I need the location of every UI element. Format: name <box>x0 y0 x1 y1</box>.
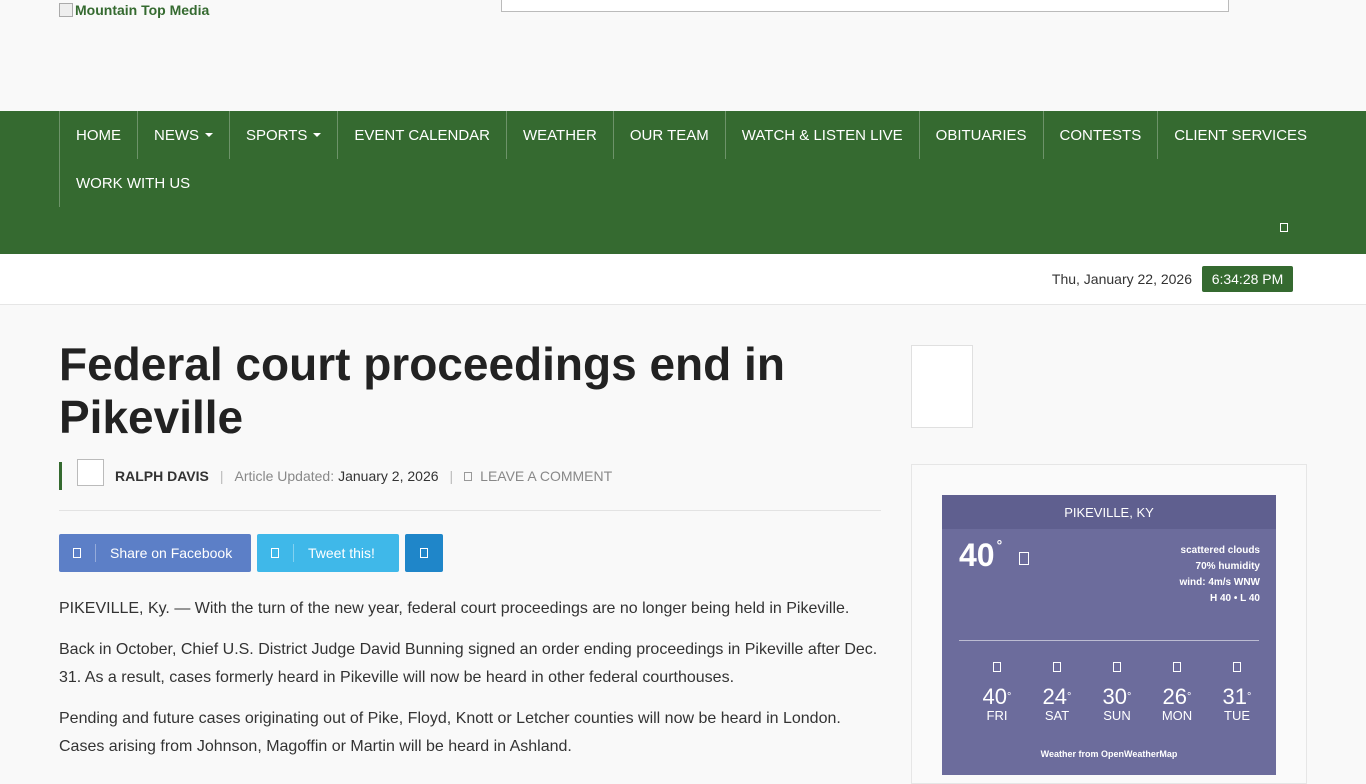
search-icon[interactable] <box>1280 223 1288 232</box>
weather-wind: wind: 4m/s WNW <box>1179 577 1260 588</box>
updated-label: Article Updated: <box>234 468 335 484</box>
article-paragraph: PIKEVILLE, Ky. — With the turn of the ne… <box>59 600 850 617</box>
forecast-day-name: TUE <box>1224 708 1250 723</box>
weather-credit-link[interactable]: Weather from OpenWeatherMap <box>942 749 1276 759</box>
weather-divider <box>959 640 1259 641</box>
share-facebook-label: Share on Facebook <box>110 545 233 561</box>
weather-description: scattered clouds <box>1180 545 1260 556</box>
forecast-weather-icon <box>993 662 1001 672</box>
caret-down-icon <box>313 133 322 137</box>
forecast-temp: 26° <box>1162 684 1192 709</box>
forecast-day: 26° MON <box>1147 662 1207 723</box>
nav-item-news[interactable]: NEWS <box>137 111 229 159</box>
weather-condition-icon <box>1019 552 1029 565</box>
leave-comment-link[interactable]: LEAVE A COMMENT <box>480 468 612 484</box>
meta-separator: | <box>219 468 224 484</box>
nav-row-2: WORK WITH US <box>59 159 206 207</box>
forecast-temp: 31° <box>1222 684 1252 709</box>
nav-item-sports[interactable]: SPORTS <box>229 111 337 159</box>
sidebar-ad <box>911 345 973 428</box>
weather-hilo: H 40 • L 40 <box>1209 593 1260 604</box>
updated-date: January 2, 2026 <box>338 468 439 484</box>
nav-item-obituaries[interactable]: OBITUARIES <box>918 111 1043 159</box>
share-linkedin-button[interactable] <box>405 534 443 572</box>
button-divider <box>293 544 294 562</box>
forecast-day-name: SAT <box>1044 708 1070 723</box>
weather-location: PIKEVILLE, KY <box>942 495 1276 529</box>
forecast-day: 30° SUN <box>1087 662 1147 723</box>
nav-item-watch-listen-live[interactable]: WATCH & LISTEN LIVE <box>724 111 919 159</box>
article-paragraph: Back in October, Chief U.S. District Jud… <box>59 641 878 686</box>
nav-item-client-services[interactable]: CLIENT SERVICES <box>1157 111 1323 159</box>
nav-row-1: HOME NEWS SPORTS EVENT CALENDAR WEATHER … <box>59 111 1323 159</box>
forecast-day: 40° FRI <box>967 662 1027 723</box>
nav-item-contests[interactable]: CONTESTS <box>1042 111 1158 159</box>
share-facebook-button[interactable]: Share on Facebook <box>59 534 251 572</box>
current-date: Thu, January 22, 2026 <box>1051 271 1192 287</box>
site-logo[interactable]: Mountain Top Media <box>59 2 209 18</box>
article-meta: RALPH DAVIS | Article Updated: January 2… <box>59 458 612 490</box>
forecast-day: 24° SAT <box>1027 662 1087 723</box>
forecast-weather-icon <box>1173 662 1181 672</box>
twitter-icon <box>271 548 279 558</box>
nav-item-weather[interactable]: WEATHER <box>506 111 613 159</box>
header-ad-banner <box>501 0 1229 12</box>
date-bar: Thu, January 22, 2026 6:34:28 PM <box>0 254 1366 305</box>
linkedin-icon <box>420 548 428 558</box>
forecast-weather-icon <box>1113 662 1121 672</box>
broken-image-icon <box>59 3 73 17</box>
meta-separator: | <box>449 468 454 484</box>
meta-divider <box>59 510 881 511</box>
button-divider <box>95 544 96 562</box>
facebook-icon <box>73 548 81 558</box>
forecast-temp: 24° <box>1042 684 1072 709</box>
forecast-day-name: FRI <box>986 708 1008 723</box>
share-twitter-label: Tweet this! <box>308 545 375 561</box>
author-name[interactable]: RALPH DAVIS <box>115 468 209 484</box>
article-paragraph: Pending and future cases originating out… <box>59 710 841 755</box>
forecast-temp: 30° <box>1102 684 1132 709</box>
forecast-day-name: MON <box>1161 708 1193 723</box>
nav-item-event-calendar[interactable]: EVENT CALENDAR <box>337 111 506 159</box>
forecast-day: 31° TUE <box>1207 662 1267 723</box>
forecast-weather-icon <box>1233 662 1241 672</box>
forecast-temp: 40° <box>982 684 1012 709</box>
weather-forecast: 40° FRI 24° SAT 30° SUN 26° MON 31° TUE <box>967 662 1267 723</box>
current-time-badge: 6:34:28 PM <box>1202 266 1293 292</box>
nav-item-home[interactable]: HOME <box>59 111 137 159</box>
weather-widget: PIKEVILLE, KY 40 ° scattered clouds 70% h… <box>942 495 1276 775</box>
article-title: Federal court proceedings end in Pikevil… <box>59 338 785 443</box>
current-temperature: 40 ° <box>959 537 1003 573</box>
forecast-day-name: SUN <box>1103 708 1131 723</box>
author-avatar <box>77 458 104 486</box>
main-navigation: HOME NEWS SPORTS EVENT CALENDAR WEATHER … <box>0 111 1366 254</box>
logo-alt-text: Mountain Top Media <box>75 2 210 18</box>
share-twitter-button[interactable]: Tweet this! <box>257 534 399 572</box>
nav-item-work-with-us[interactable]: WORK WITH US <box>59 159 206 207</box>
caret-down-icon <box>205 133 213 137</box>
weather-humidity: 70% humidity <box>1195 561 1260 572</box>
forecast-weather-icon <box>1053 662 1061 672</box>
article-body: PIKEVILLE, Ky. — With the turn of the ne… <box>59 595 884 774</box>
weather-details: scattered clouds 70% humidity wind: 4m/s… <box>1179 543 1260 607</box>
comment-icon <box>464 471 473 481</box>
nav-item-our-team[interactable]: OUR TEAM <box>612 111 725 159</box>
